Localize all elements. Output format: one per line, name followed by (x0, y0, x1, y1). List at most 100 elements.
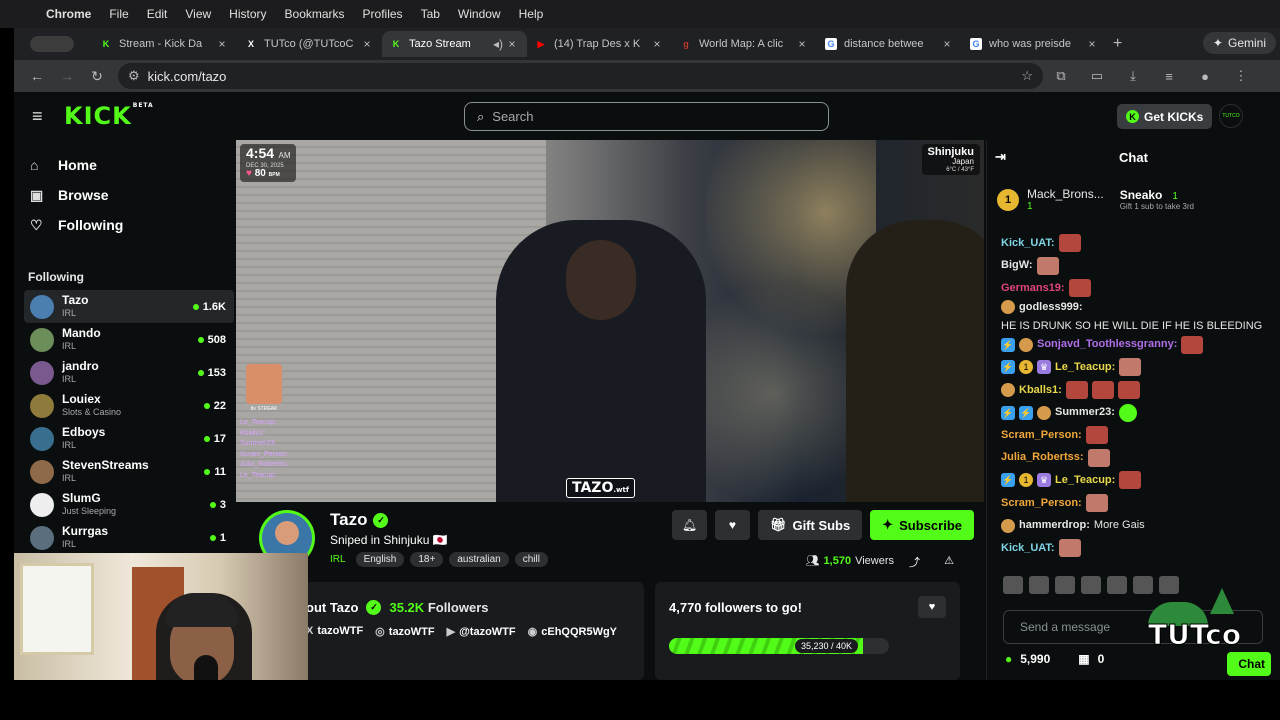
back-icon[interactable]: ← (22, 68, 52, 84)
close-tab-icon[interactable]: × (795, 37, 809, 51)
url-text[interactable]: kick.com/tazo (148, 69, 227, 84)
chat-username[interactable]: Julia_Robertss: (1001, 450, 1084, 465)
chat-message[interactable]: Kballs1: (1001, 379, 1266, 402)
address-bar[interactable]: ⚙ kick.com/tazo ☆ (118, 63, 1043, 89)
following-channel-louiex[interactable]: Louiex Slots & Casino 22 (14, 389, 234, 422)
menu-history[interactable]: History (229, 7, 266, 21)
sidebar-item-home[interactable]: ⌂ Home (30, 150, 218, 180)
collapse-chat-icon[interactable]: ⇥ (995, 149, 1006, 165)
emote-quick[interactable] (1003, 576, 1023, 594)
chat-username[interactable]: Summer23: (1055, 405, 1115, 420)
following-channel-kurrgas[interactable]: Kurrgas IRL 1 (14, 521, 234, 554)
chat-username[interactable]: Germans19: (1001, 281, 1065, 296)
menu-view[interactable]: View (185, 7, 211, 21)
kick-logo[interactable]: KICKBETA (64, 102, 154, 130)
gift-subs-button[interactable]: 🎁︎ Gift Subs (757, 510, 863, 540)
chat-username[interactable]: Sonjavd_Toothlessgranny: (1037, 337, 1177, 352)
emote-quick[interactable] (1029, 576, 1049, 594)
chat-username[interactable]: Kick_UAT: (1001, 541, 1055, 556)
chat-message[interactable]: BigW: (1001, 255, 1266, 278)
new-tab-button[interactable]: + (1113, 35, 1122, 53)
following-channel-edboys[interactable]: Edboys IRL 17 (14, 422, 234, 455)
chat-username[interactable]: godless999: (1019, 300, 1083, 315)
tab-search-icon[interactable]: ▭ (1079, 68, 1115, 84)
chat-message[interactable]: godless999: HE IS DRUNK SO HE WILL DIE IF… (1001, 300, 1266, 334)
emote-quick[interactable] (1107, 576, 1127, 594)
sidebar-item-following[interactable]: ♡ Following (30, 210, 218, 240)
extensions-icon[interactable]: ⧉ (1043, 68, 1079, 84)
menu-edit[interactable]: Edit (147, 7, 168, 21)
close-tab-icon[interactable]: × (940, 37, 954, 51)
chat-username[interactable]: Kballs1: (1019, 383, 1062, 398)
hamburger-menu-icon[interactable]: ≡ (32, 106, 50, 127)
search-input[interactable]: ⌕ Search (464, 102, 829, 131)
sidebar-item-browse[interactable]: ▣ Browse (30, 180, 218, 210)
site-settings-icon[interactable]: ⚙ (128, 68, 140, 84)
browser-tab[interactable]: g World Map: A clic × (672, 31, 817, 57)
profile-avatar-icon[interactable]: ● (1187, 69, 1223, 84)
browser-tab[interactable]: K Tazo Stream ◂) × (382, 31, 527, 57)
following-channel-jandro[interactable]: jandro IRL 153 (14, 356, 234, 389)
chat-message[interactable]: ⚡ 1 ♛ Le_Teacup: (1001, 469, 1266, 492)
chat-username[interactable]: BigW: (1001, 258, 1033, 273)
tag-chill[interactable]: chill (514, 552, 548, 567)
gemini-button[interactable]: ✦ Gemini (1202, 32, 1276, 54)
user-avatar[interactable]: TUTCO (1219, 104, 1243, 128)
menu-tab[interactable]: Tab (421, 7, 440, 21)
forward-icon[interactable]: → (52, 68, 82, 84)
following-channel-mando[interactable]: Mando IRL 508 (14, 323, 234, 356)
menu-app[interactable]: Chrome (46, 7, 91, 21)
leaderboard-entry-2[interactable]: Sneako 1 Gift 1 sub to take 3rd (1120, 189, 1194, 211)
report-icon[interactable]: ⚠ (944, 554, 954, 567)
browser-tab[interactable]: X TUTco (@TUTcoC × (237, 31, 382, 57)
browser-tab[interactable]: Gdistance betwee × (817, 31, 962, 57)
tag-australian[interactable]: australian (449, 552, 509, 567)
share-icon[interactable]: ⤴ (909, 554, 920, 570)
following-channel-tazo[interactable]: Tazo IRL 1.6K (24, 290, 234, 323)
menu-window[interactable]: Window (458, 7, 501, 21)
reload-icon[interactable]: ↻ (82, 68, 112, 85)
close-tab-icon[interactable]: × (650, 37, 664, 51)
gift-box-icon[interactable]: ▦ (1078, 652, 1089, 666)
emote-quick[interactable] (1055, 576, 1075, 594)
download-icon[interactable]: ⤓ (1115, 68, 1151, 84)
emote-quick[interactable] (1081, 576, 1101, 594)
menu-file[interactable]: File (109, 7, 128, 21)
chat-username[interactable]: hammerdrop: (1019, 518, 1090, 533)
get-kicks-button[interactable]: K Get KICKs (1117, 104, 1213, 129)
goal-heart-button[interactable]: ♥ (918, 596, 946, 618)
social-link[interactable]: XtazoWTF (306, 625, 363, 638)
chat-message[interactable]: Germans19: (1001, 277, 1266, 300)
chat-username[interactable]: Le_Teacup: (1055, 360, 1115, 375)
follow-button[interactable]: ♥ (714, 510, 750, 540)
channel-name[interactable]: Tazo ✓ (330, 510, 389, 530)
chat-username[interactable]: Scram_Person: (1001, 428, 1082, 443)
tag-18plus[interactable]: 18+ (410, 552, 444, 567)
chat-message[interactable]: Kick_UAT: (1001, 537, 1266, 560)
subscribe-button[interactable]: ✦ Subscribe (870, 510, 974, 540)
close-tab-icon[interactable]: × (1085, 37, 1099, 51)
close-tab-icon[interactable]: × (505, 37, 519, 51)
following-channel-stevenstreams[interactable]: StevenStreams IRL 11 (14, 455, 234, 488)
social-link[interactable]: ▶ @tazoWTF (447, 625, 516, 638)
chat-message[interactable]: ⚡ 1 ♛ Le_Teacup: (1001, 356, 1266, 379)
tab-group-collapsed[interactable] (30, 36, 74, 52)
chat-message[interactable]: Scram_Person: (1001, 424, 1266, 447)
menu-bookmarks[interactable]: Bookmarks (285, 7, 345, 21)
browser-menu-icon[interactable]: ⋮ (1223, 68, 1259, 84)
chat-message[interactable]: Kick_UAT: (1001, 232, 1266, 255)
tag-english[interactable]: English (355, 552, 405, 567)
chat-message[interactable]: ⚡ ⚡ Summer23: (1001, 401, 1266, 424)
chat-message[interactable]: Scram_Person: (1001, 492, 1266, 515)
audio-icon[interactable]: ◂) (491, 37, 505, 51)
notification-bell-button[interactable]: 🔔︎ (671, 510, 707, 540)
close-tab-icon[interactable]: × (360, 37, 374, 51)
chat-message[interactable]: ⚡ Sonjavd_Toothlessgranny: (1001, 333, 1266, 356)
menu-profiles[interactable]: Profiles (363, 7, 403, 21)
bookmark-star-icon[interactable]: ☆ (1021, 68, 1033, 84)
social-link[interactable]: ◉ cEhQQR5WgY (528, 625, 617, 638)
browser-tab[interactable]: ▶ (14) Trap Des x K × (527, 31, 672, 57)
channel-points-icon[interactable]: ● (1005, 652, 1012, 666)
close-tab-icon[interactable]: × (215, 37, 229, 51)
menu-help[interactable]: Help (519, 7, 544, 21)
